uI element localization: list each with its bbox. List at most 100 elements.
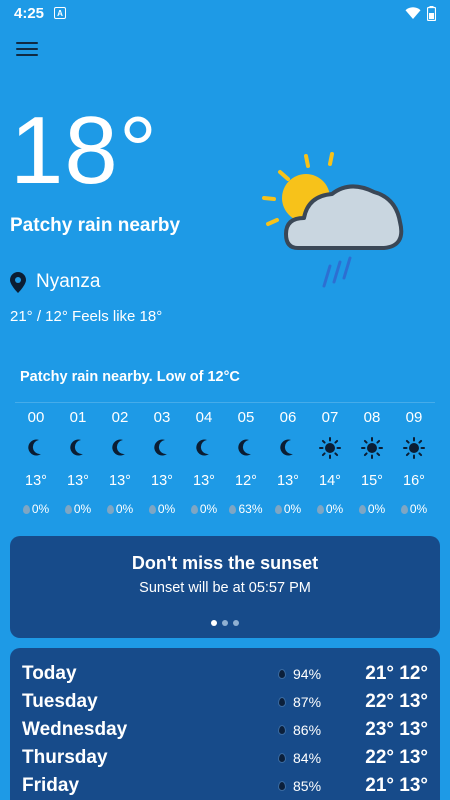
location[interactable]: Nyanza (10, 271, 100, 293)
precipitation-value: 0% (157, 502, 176, 516)
hour-temperature: 13° (277, 473, 299, 489)
precipitation-value: 84% (293, 750, 322, 766)
moon-icon (28, 429, 44, 467)
daily-forecast: Today 94% 21° 12° Tuesday 87% 22° 13° Wednesda… (10, 648, 440, 800)
current-condition: Patchy rain nearby (10, 215, 181, 236)
precipitation-value: 0% (31, 502, 50, 516)
precipitation-value: 0% (283, 502, 302, 516)
hour-precipitation: 0% (22, 495, 50, 523)
precipitation-value: 0% (325, 502, 344, 516)
precipitation-value: 85% (293, 778, 322, 794)
raindrop-icon (106, 504, 114, 514)
day-row[interactable]: Friday 85% 21° 13° (22, 772, 428, 800)
raindrop-icon (22, 504, 30, 514)
high-low-feels-like: 21° / 12° Feels like 18° (10, 308, 163, 325)
day-name: Tuesday (22, 691, 98, 712)
day-name: Thursday (22, 747, 108, 768)
sun-icon (319, 429, 341, 467)
hour-label: 08 (363, 409, 381, 426)
hourly-item: 04 13° 0% (183, 407, 225, 523)
hourly-item: 03 13° 0% (141, 407, 183, 523)
hour-label: 01 (69, 409, 87, 426)
raindrop-icon (278, 781, 286, 791)
hour-precipitation: 0% (358, 495, 385, 523)
raindrop-icon (190, 504, 198, 514)
precipitation-value: 0% (199, 502, 218, 516)
hour-label: 02 (111, 409, 129, 426)
hourly-item: 01 13° 0% (57, 407, 99, 523)
carousel-dots (10, 620, 440, 626)
menu-button[interactable] (16, 40, 38, 58)
day-temperatures: 23° 13° (365, 719, 428, 740)
sun-icon (361, 429, 383, 467)
raindrop-icon (148, 504, 156, 514)
hour-temperature: 14° (319, 473, 341, 489)
sunset-card[interactable]: Don't miss the sunset Sunset will be at … (10, 536, 440, 638)
raindrop-icon (64, 504, 72, 514)
hourly-item: 07 14° 0% (309, 407, 351, 523)
hour-precipitation: 0% (106, 495, 134, 523)
moon-icon (112, 429, 128, 467)
raindrop-icon (278, 669, 286, 679)
hour-label: 05 (237, 409, 255, 426)
moon-icon (154, 429, 170, 467)
hour-temperature: 16° (403, 473, 425, 489)
hourly-item: 06 13° 0% (267, 407, 309, 523)
day-name: Today (22, 663, 77, 684)
status-time: 4:25 (14, 4, 45, 22)
hour-temperature: 15° (361, 473, 383, 489)
sunset-subtitle: Sunset will be at 05:57 PM (139, 580, 311, 596)
hour-precipitation: 0% (316, 495, 344, 523)
hour-precipitation: 0% (400, 495, 428, 523)
day-row[interactable]: Tuesday 87% 22° 13° (22, 688, 428, 716)
hour-label: 04 (195, 409, 213, 426)
carousel-dot (222, 620, 228, 626)
day-row[interactable]: Today 94% 21° 12° (22, 660, 428, 688)
precipitation-value: 87% (293, 694, 322, 710)
precipitation-value: 86% (293, 722, 322, 738)
hourly-item: 00 13° 0% (15, 407, 57, 523)
hour-precipitation: 0% (190, 495, 218, 523)
hour-label: 06 (279, 409, 297, 426)
day-name: Wednesday (22, 719, 128, 740)
precipitation-value: 94% (293, 666, 322, 682)
battery-icon (427, 5, 436, 21)
day-row[interactable]: Thursday 84% 22° 13° (22, 744, 428, 772)
day-temperatures: 22° 13° (365, 747, 428, 768)
raindrop-icon (316, 504, 324, 514)
raindrop-icon (400, 504, 408, 514)
precipitation-value: 0% (409, 502, 428, 516)
moon-icon (280, 429, 296, 467)
day-precipitation: 85% (278, 778, 348, 794)
precipitation-value: 0% (115, 502, 134, 516)
day-name: Friday (22, 775, 80, 796)
day-precipitation: 84% (278, 750, 348, 766)
precipitation-value: 0% (73, 502, 92, 516)
sunset-title: Don't miss the sunset (131, 553, 319, 573)
moon-icon (70, 429, 86, 467)
hour-label: 09 (405, 409, 423, 426)
sun-cloud-rain-icon (262, 152, 404, 288)
day-precipitation: 94% (278, 666, 348, 682)
current-temperature: 18° (10, 97, 159, 204)
hourly-item: 05 12° 63% (225, 407, 267, 523)
moon-icon (196, 429, 212, 467)
hour-precipitation: 63% (229, 495, 263, 523)
hour-temperature: 13° (25, 473, 47, 489)
hour-precipitation: 0% (64, 495, 92, 523)
hour-temperature: 13° (151, 473, 173, 489)
precipitation-value: 63% (238, 502, 263, 516)
raindrop-icon (229, 504, 237, 514)
day-precipitation: 86% (278, 722, 348, 738)
raindrop-icon (358, 504, 366, 514)
raindrop-icon (278, 753, 286, 763)
hour-temperature: 13° (67, 473, 89, 489)
raindrop-icon (274, 504, 282, 514)
day-row[interactable]: Wednesday 86% 23° 13° (22, 716, 428, 744)
hourly-item: 09 16° 0% (393, 407, 435, 523)
location-name: Nyanza (36, 271, 101, 292)
hour-precipitation: 0% (274, 495, 302, 523)
hourly-item: 02 13° 0% (99, 407, 141, 523)
hourly-forecast[interactable]: 00 13° 0% 01 13° 0% 02 13° 0% 03 13° 0% 04 13° 0% 05 12°… (15, 402, 435, 523)
hour-label: 00 (27, 409, 45, 426)
